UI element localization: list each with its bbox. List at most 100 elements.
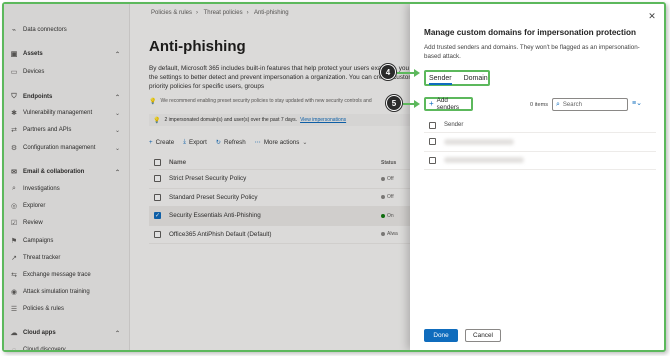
campaign-icon: ⚑ xyxy=(10,238,18,245)
refresh-icon: ↻ xyxy=(215,138,222,146)
select-all-checkbox[interactable] xyxy=(429,121,436,129)
chevron-down-icon[interactable]: ⌄ xyxy=(115,145,120,152)
table-row[interactable]: Standard Preset Security Policy Off xyxy=(149,189,449,207)
chevron-up-icon[interactable]: ⌃ xyxy=(115,51,120,58)
sidebar-item-label: Explorer xyxy=(23,203,46,209)
row-checkbox[interactable] xyxy=(429,156,436,164)
row-checkbox[interactable] xyxy=(429,138,436,146)
sidebar-item-label: Assets xyxy=(23,51,43,57)
target-icon: ◉ xyxy=(10,289,18,296)
status-dot-icon xyxy=(381,232,385,237)
sidebar-item[interactable]: ✉ Email & collaboration ⌃ xyxy=(10,165,126,179)
sidebar-item[interactable]: ↗ Threat tracker xyxy=(10,251,126,265)
sidebar-item[interactable]: ☁ Cloud apps ⌃ xyxy=(10,326,126,340)
chevron-down-icon[interactable]: ⌄ xyxy=(115,127,120,134)
breadcrumb: Policies & rules › Threat policies › Anti-… xyxy=(151,10,293,16)
sidebar-item-label: Data connectors xyxy=(23,27,67,33)
filter-icon[interactable]: ≡⌄ xyxy=(632,99,642,107)
policy-name[interactable]: Security Essentials Anti-Phishing xyxy=(169,212,261,219)
list-item[interactable] xyxy=(424,152,656,170)
cancel-button[interactable]: Cancel xyxy=(465,329,501,342)
chevron-up-icon[interactable]: ⌃ xyxy=(115,169,120,176)
status-dot-icon xyxy=(381,176,385,181)
refresh-button[interactable]: ↻ Refresh xyxy=(216,138,246,146)
breadcrumb-item[interactable]: Threat policies xyxy=(204,10,243,16)
chevron-up-icon[interactable]: ⌃ xyxy=(115,330,120,337)
sidebar-item[interactable]: ☑ Review xyxy=(10,216,126,230)
items-count: 0 items xyxy=(530,102,549,108)
sidebar-item[interactable]: ⇄ Partners and APIs ⌄ xyxy=(10,123,126,137)
row-checkbox[interactable] xyxy=(154,230,161,238)
search-input[interactable]: ⌕ Search xyxy=(552,98,628,111)
row-checkbox[interactable]: ✓ xyxy=(154,212,161,220)
page-title: Anti-phishing xyxy=(149,38,246,55)
column-header-name[interactable]: Name xyxy=(169,159,186,166)
status-text: Alwa xyxy=(387,231,398,238)
main-content: Policies & rules › Threat policies › Anti-… xyxy=(131,4,449,350)
select-all-checkbox[interactable] xyxy=(154,159,161,166)
sidebar-item[interactable]: ⌁ Data connectors xyxy=(10,23,126,37)
panel-title: Manage custom domains for impersonation … xyxy=(424,28,636,37)
status-badge: On xyxy=(381,213,394,219)
callout-arrowhead xyxy=(414,100,420,108)
status-dot-icon xyxy=(381,213,385,218)
sidebar-item[interactable]: ⇆ Exchange message trace xyxy=(10,268,126,282)
table-row[interactable]: Strict Preset Security Policy Off xyxy=(149,170,449,189)
sidebar-item-label: Email & collaboration xyxy=(23,169,85,175)
list-header: Sender xyxy=(424,118,656,133)
settings-icon: ⚙ xyxy=(10,145,18,152)
sidebar-item-label: Investigations xyxy=(23,186,60,192)
plus-icon: + xyxy=(149,138,153,146)
status-text: Off xyxy=(387,194,394,201)
view-impersonations-link[interactable]: View impersonations xyxy=(300,117,346,123)
table-header: Name Status xyxy=(149,156,449,170)
row-checkbox[interactable] xyxy=(154,193,161,201)
sidebar-item[interactable]: ⌕ Investigations xyxy=(10,182,126,196)
list-item[interactable] xyxy=(424,133,656,152)
policy-name[interactable]: Office365 AntiPhish Default (Default) xyxy=(169,231,271,238)
create-button[interactable]: + Create xyxy=(149,138,174,146)
policy-name[interactable]: Standard Preset Security Policy xyxy=(169,194,258,201)
sender-list: Sender xyxy=(424,118,656,170)
policy-icon: ☰ xyxy=(10,306,18,313)
callout-badge-4: 4 xyxy=(380,64,396,80)
breadcrumb-item[interactable]: Policies & rules xyxy=(151,10,192,16)
export-button[interactable]: ⤓ Export xyxy=(183,138,207,146)
sidebar-item[interactable]: ◎ Explorer xyxy=(10,199,126,213)
sidebar-item[interactable]: ◉ Attack simulation training xyxy=(10,285,126,299)
status-badge: Alwa xyxy=(381,231,398,237)
search-icon: ⌕ xyxy=(556,100,560,108)
tab-domain[interactable]: Domain xyxy=(464,75,488,82)
callout-badge-5: 5 xyxy=(386,95,402,111)
tab-sender[interactable]: Sender xyxy=(429,75,452,85)
sidebar-item-label: Devices xyxy=(23,69,45,75)
sidebar-item[interactable]: ◌ Cloud discovery xyxy=(10,343,126,352)
sidebar-item[interactable]: ⛉ Endpoints ⌃ xyxy=(10,90,126,104)
sidebar-item[interactable]: ☰ Policies & rules xyxy=(10,302,126,316)
table-row[interactable]: Office365 AntiPhish Default (Default) Alw… xyxy=(149,226,449,244)
sidebar-item[interactable]: ▭ Devices xyxy=(10,65,126,79)
toolbar: + Create ⤓ Export ↻ Refresh ⋯ More actions ⌄ xyxy=(149,138,317,146)
sidebar-item[interactable]: ⚙ Configuration management ⌄ xyxy=(10,141,126,155)
sidebar-item-label: Partners and APIs xyxy=(23,127,72,133)
sidebar-item[interactable]: ✱ Vulnerability management ⌄ xyxy=(10,106,126,120)
sidebar-item-label: Cloud discovery xyxy=(23,347,66,352)
more-actions-button[interactable]: ⋯ More actions ⌄ xyxy=(255,138,308,146)
policy-name[interactable]: Strict Preset Security Policy xyxy=(169,175,246,182)
cloud-icon: ☁ xyxy=(10,330,18,337)
add-senders-button[interactable]: + Add senders xyxy=(424,97,473,111)
sidebar-item[interactable]: ⚑ Campaigns xyxy=(10,234,126,248)
column-header-status[interactable]: Status xyxy=(381,160,396,166)
close-icon[interactable]: ✕ xyxy=(646,10,658,22)
sidebar-item-label: Configuration management xyxy=(23,145,96,151)
export-label: Export xyxy=(188,138,207,146)
table-row[interactable]: ✓ Security Essentials Anti-Phishing On xyxy=(149,207,449,226)
sidebar-item[interactable]: ▣ Assets ⌃ xyxy=(10,47,126,61)
policy-table: Name Status Strict Preset Security Polic… xyxy=(149,156,449,244)
chevron-up-icon[interactable]: ⌃ xyxy=(115,94,120,101)
add-senders-label: Add senders xyxy=(436,97,460,111)
chevron-down-icon[interactable]: ⌄ xyxy=(115,110,120,117)
redacted-sender xyxy=(444,157,524,164)
done-button[interactable]: Done xyxy=(424,329,458,342)
row-checkbox[interactable] xyxy=(154,175,161,183)
